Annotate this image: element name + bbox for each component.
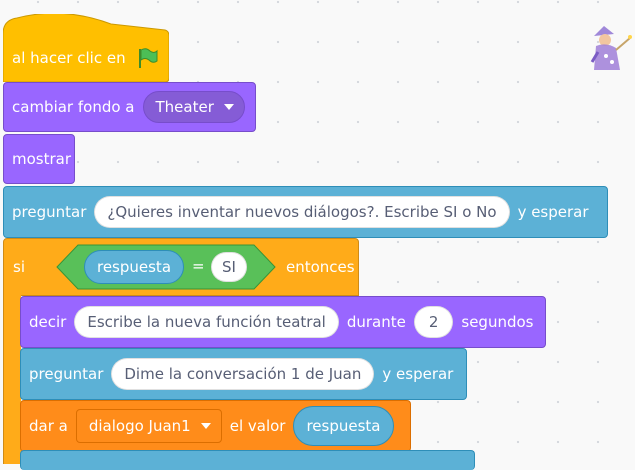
equals-sign: = (192, 257, 205, 275)
say-text-input[interactable]: Escribe la nueva función teatral (74, 306, 339, 338)
say-for-secs-block[interactable]: decir Escribe la nueva función teatral d… (20, 296, 546, 348)
when-flag-clicked-block[interactable]: al hacer clic en (3, 14, 169, 82)
ask-question-input[interactable]: ¿Quieres inventar nuevos diálogos?. Escr… (94, 196, 510, 228)
answer-reporter[interactable]: respuesta (84, 250, 184, 284)
if-block-arm (3, 294, 21, 464)
ask-suffix: y esperar (517, 203, 589, 221)
ask2-label: preguntar (29, 365, 104, 383)
wizard-sprite-icon (590, 26, 632, 70)
next-sensing-block[interactable] (20, 450, 475, 470)
say-label: decir (29, 313, 67, 331)
switch-backdrop-block[interactable]: cambiar fondo a Theater (3, 82, 256, 132)
condition-value-input[interactable]: SI (211, 252, 247, 282)
say-seconds-input[interactable]: 2 (413, 306, 454, 338)
ask-and-wait-block-2[interactable]: preguntar Dime la conversación 1 de Juan… (20, 348, 467, 400)
if-then-block[interactable]: si respuesta = SI entonces (3, 238, 359, 296)
chevron-down-icon (223, 104, 234, 110)
variable-dropdown-value: dialogo Juan1 (88, 417, 191, 435)
set-var-label: dar a (29, 417, 68, 435)
answer-reporter-2[interactable]: respuesta (293, 406, 394, 446)
sprite-thumbnail[interactable] (586, 22, 634, 74)
chevron-down-icon (200, 423, 211, 429)
say-mid-label: durante (346, 313, 406, 331)
when-flag-label: al hacer clic en (12, 49, 126, 67)
variable-dropdown[interactable]: dialogo Juan1 (75, 409, 222, 443)
say-seconds-value: 2 (428, 313, 439, 331)
ask-label: preguntar (12, 203, 87, 221)
ask2-question-text: Dime la conversación 1 de Juan (124, 365, 362, 383)
then-label: entonces (286, 258, 355, 276)
show-label: mostrar (12, 150, 72, 168)
backdrop-dropdown-value: Theater (155, 98, 214, 116)
say-suffix-label: segundos (461, 313, 534, 331)
show-block[interactable]: mostrar (3, 134, 75, 184)
condition-value-text: SI (222, 258, 236, 276)
equals-operator[interactable]: respuesta = SI (56, 244, 276, 290)
backdrop-dropdown[interactable]: Theater (142, 91, 245, 123)
green-flag-icon (138, 48, 158, 68)
if-label: si (13, 258, 25, 276)
set-variable-block[interactable]: dar a dialogo Juan1 el valor respuesta (20, 400, 411, 452)
ask-and-wait-block-1[interactable]: preguntar ¿Quieres inventar nuevos diálo… (3, 186, 608, 238)
switch-backdrop-label: cambiar fondo a (12, 98, 135, 116)
answer-reporter-label: respuesta (96, 258, 172, 276)
ask2-suffix: y esperar (382, 365, 454, 383)
ask2-question-input[interactable]: Dime la conversación 1 de Juan (111, 358, 375, 390)
set-var-mid-label: el valor (229, 417, 286, 435)
ask-question-text: ¿Quieres inventar nuevos diálogos?. Escr… (107, 203, 497, 221)
say-text-value: Escribe la nueva función teatral (87, 313, 326, 331)
answer-reporter-2-label: respuesta (306, 417, 381, 435)
